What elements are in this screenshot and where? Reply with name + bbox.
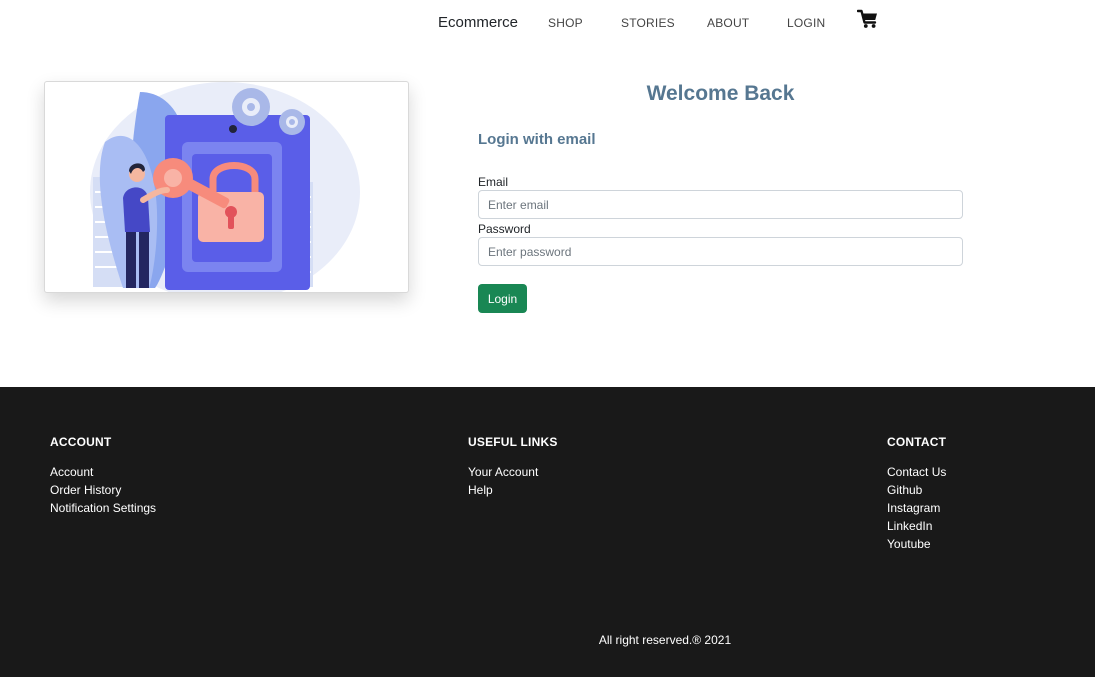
login-button[interactable]: Login <box>478 284 527 313</box>
footer-link-instagram[interactable]: Instagram <box>887 499 946 517</box>
brand-link[interactable]: Ecommerce <box>438 14 518 31</box>
copyright-text: All right reserved.® 2021 <box>598 633 732 647</box>
footer-useful-links-column: USEFUL LINKS Your Account Help <box>468 435 558 499</box>
footer-account-column: ACCOUNT Account Order History Notificati… <box>50 435 156 517</box>
login-lock-key-illustration <box>90 82 360 292</box>
footer-link-help[interactable]: Help <box>468 481 558 499</box>
nav-link-shop[interactable]: SHOP <box>548 16 583 30</box>
email-label: Email <box>478 175 509 189</box>
welcome-title: Welcome Back <box>646 82 795 105</box>
password-input[interactable] <box>478 237 963 266</box>
footer-contact-column: CONTACT Contact Us Github Instagram Link… <box>887 435 946 553</box>
footer-link-linkedin[interactable]: LinkedIn <box>887 517 946 535</box>
footer-link-notification-settings[interactable]: Notification Settings <box>50 499 156 517</box>
password-label: Password <box>478 222 531 236</box>
shopping-cart-icon[interactable] <box>856 9 879 29</box>
footer-account-title: ACCOUNT <box>50 435 112 449</box>
footer-link-contact-us[interactable]: Contact Us <box>887 463 946 481</box>
email-input[interactable] <box>478 190 963 219</box>
login-subtitle: Login with email <box>478 131 596 148</box>
login-illustration-card <box>44 81 409 293</box>
nav-link-about[interactable]: ABOUT <box>707 16 749 30</box>
site-footer: ACCOUNT Account Order History Notificati… <box>0 387 1095 677</box>
footer-link-youtube[interactable]: Youtube <box>887 535 946 553</box>
footer-useful-links-title: USEFUL LINKS <box>468 435 558 449</box>
footer-link-github[interactable]: Github <box>887 481 946 499</box>
nav-link-login[interactable]: LOGIN <box>787 16 825 30</box>
footer-link-account[interactable]: Account <box>50 463 156 481</box>
nav-link-stories[interactable]: STORIES <box>621 16 675 30</box>
footer-contact-title: CONTACT <box>887 435 947 449</box>
footer-link-your-account[interactable]: Your Account <box>468 463 558 481</box>
footer-link-order-history[interactable]: Order History <box>50 481 156 499</box>
top-navbar: Ecommerce SHOP STORIES ABOUT LOGIN <box>0 0 1095 46</box>
